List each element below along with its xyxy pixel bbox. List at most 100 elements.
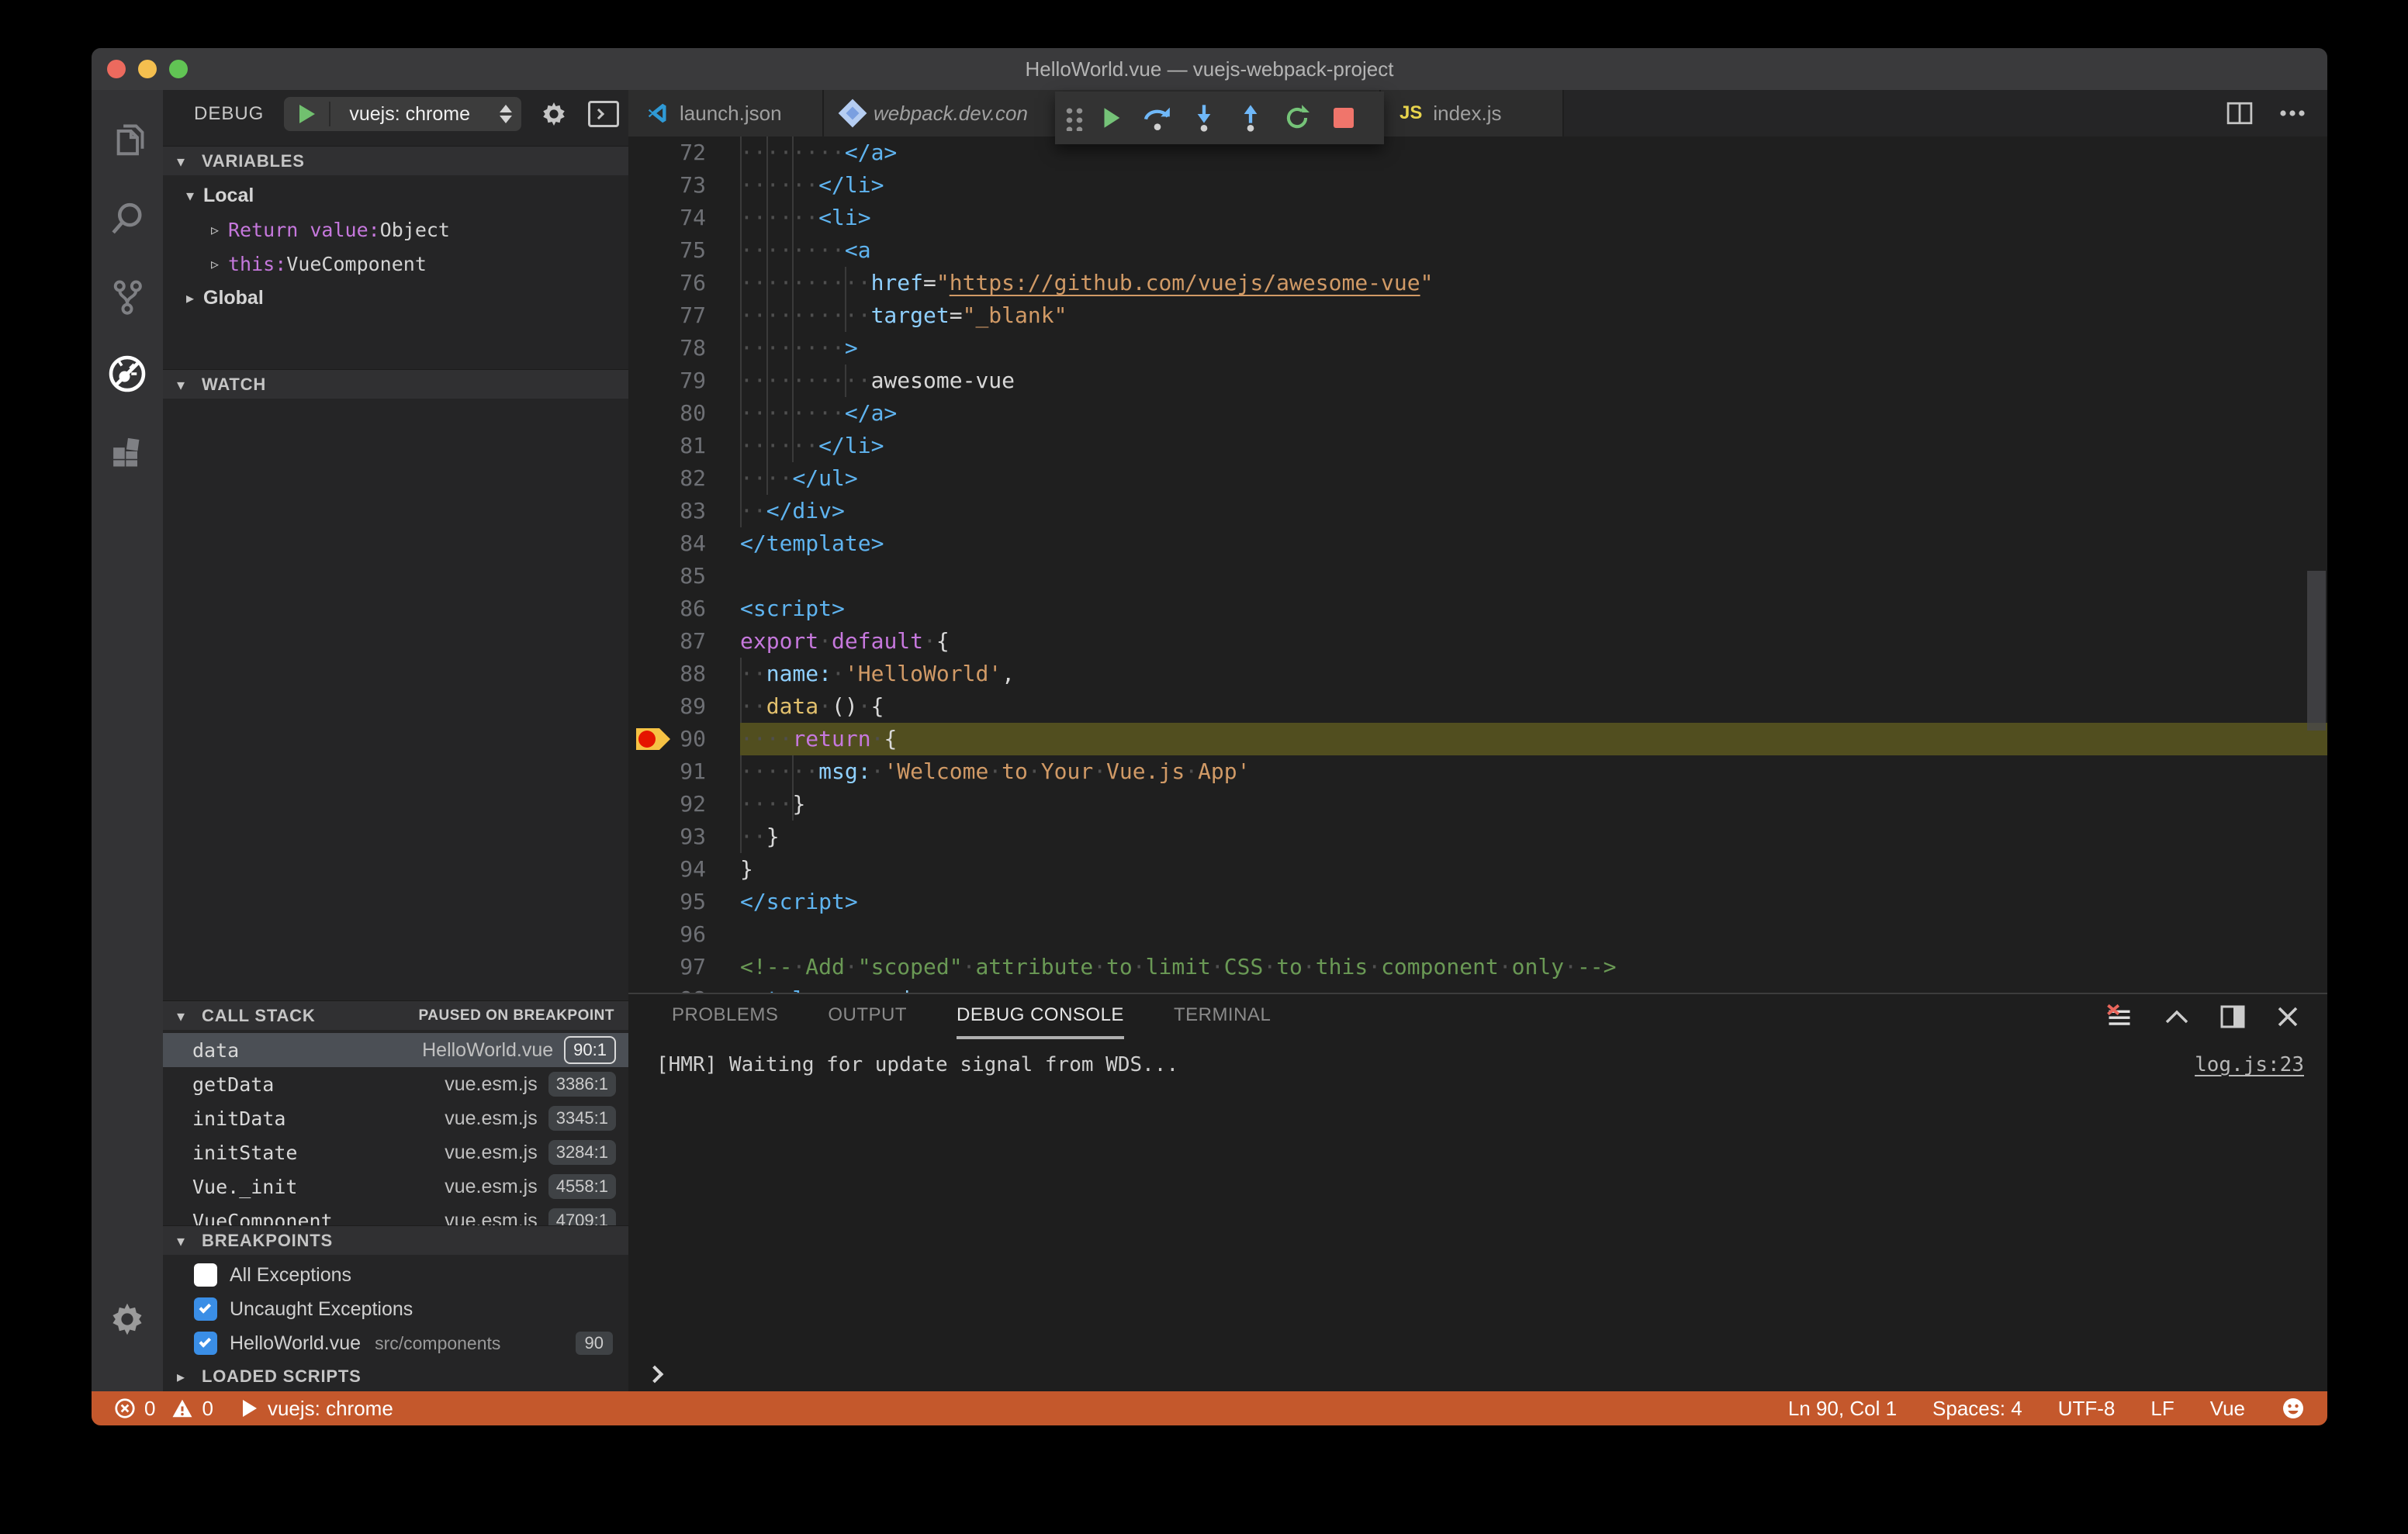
debug-console-output[interactable]: [HMR] Waiting for update signal from WDS… [628, 1039, 2327, 1393]
console-source-link[interactable]: log.js:23 [2195, 1053, 2304, 1076]
line-number-gutter[interactable]: 87 [628, 625, 740, 658]
encoding-setting[interactable]: UTF-8 [2058, 1397, 2116, 1421]
code-line[interactable]: 93··} [628, 821, 2327, 853]
line-number-gutter[interactable]: 79 [628, 364, 740, 397]
restart-button[interactable] [1277, 98, 1317, 138]
split-editor-icon[interactable] [2226, 102, 2253, 125]
code-line[interactable]: 81······</li> [628, 430, 2327, 462]
code-line[interactable]: 78········> [628, 332, 2327, 364]
line-number-gutter[interactable]: 95 [628, 886, 740, 918]
breakpoint-paused-icon[interactable] [636, 728, 670, 750]
code-line[interactable]: 89··data·()·{ [628, 690, 2327, 723]
gear-icon[interactable] [92, 1298, 163, 1340]
code-line[interactable]: 94} [628, 853, 2327, 886]
debug-icon[interactable] [92, 335, 163, 413]
clear-console-icon[interactable] [2105, 1004, 2133, 1030]
close-window-button[interactable] [107, 60, 126, 78]
call-stack-frame[interactable]: initStatevue.esm.js3284:1 [163, 1135, 628, 1170]
panel-tab-debug-console[interactable]: DEBUG CONSOLE [957, 994, 1124, 1039]
line-number-gutter[interactable]: 77 [628, 299, 740, 332]
line-number-gutter[interactable]: 80 [628, 397, 740, 430]
step-out-button[interactable] [1230, 98, 1271, 138]
code-line[interactable]: 90····return·{ [628, 723, 2327, 755]
watch-section-header[interactable]: ▾ WATCH [163, 369, 628, 399]
code-line[interactable]: 96 [628, 918, 2327, 951]
code-line[interactable]: 85 [628, 560, 2327, 593]
more-actions-icon[interactable] [2279, 109, 2306, 117]
breakpoint-item[interactable]: HelloWorld.vuesrc/components90 [163, 1326, 628, 1360]
step-into-button[interactable] [1184, 98, 1224, 138]
step-over-button[interactable] [1137, 98, 1178, 138]
code-line[interactable]: 80········</a> [628, 397, 2327, 430]
variable-item[interactable]: ▹Return value: Object [163, 212, 628, 247]
breakpoint-checkbox[interactable] [194, 1297, 217, 1321]
code-line[interactable]: 92····} [628, 788, 2327, 821]
language-mode[interactable]: Vue [2210, 1397, 2245, 1421]
line-number-gutter[interactable]: 86 [628, 593, 740, 625]
variables-section-header[interactable]: ▾ VARIABLES [163, 146, 628, 175]
variables-scope-local[interactable]: ▾Local [163, 178, 628, 212]
line-number-gutter[interactable]: 82 [628, 462, 740, 495]
loaded-scripts-section-header[interactable]: ▸ LOADED SCRIPTS [163, 1362, 628, 1391]
maximize-panel-icon[interactable] [2164, 1009, 2189, 1024]
call-stack-section-header[interactable]: ▾ CALL STACK PAUSED ON BREAKPOINT [163, 1000, 628, 1030]
code-line[interactable]: 97<!--·Add·"scoped"·attribute·to·limit·C… [628, 951, 2327, 983]
active-debug-session[interactable]: vuejs: chrome [268, 1397, 393, 1421]
breakpoints-section-header[interactable]: ▾ BREAKPOINTS [163, 1225, 628, 1255]
eol-setting[interactable]: LF [2150, 1397, 2174, 1421]
console-input-prompt-icon[interactable] [646, 1366, 664, 1384]
line-number-gutter[interactable]: 74 [628, 202, 740, 234]
panel-tab-output[interactable]: OUTPUT [828, 994, 907, 1039]
search-icon[interactable] [92, 180, 163, 257]
line-number-gutter[interactable]: 98 [628, 983, 740, 993]
breakpoint-checkbox[interactable] [194, 1332, 217, 1355]
code-line[interactable]: 95</script> [628, 886, 2327, 918]
code-line[interactable]: 86<script> [628, 593, 2327, 625]
code-line[interactable]: 91······msg:·'Welcome·to·Your·Vue.js·App… [628, 755, 2327, 788]
code-line[interactable]: 98<style·scoped> [628, 983, 2327, 993]
panel-tab-terminal[interactable]: TERMINAL [1174, 994, 1271, 1039]
line-number-gutter[interactable]: 89 [628, 690, 740, 723]
line-number-gutter[interactable]: 75 [628, 234, 740, 267]
code-line[interactable]: 74······<li> [628, 202, 2327, 234]
variable-item[interactable]: ▹this: VueComponent [163, 247, 628, 281]
breakpoint-item[interactable]: All Exceptions [163, 1258, 628, 1292]
line-number-gutter[interactable]: 93 [628, 821, 740, 853]
continue-button[interactable] [1091, 98, 1131, 138]
problems-status[interactable]: 0 0 [113, 1397, 213, 1421]
line-number-gutter[interactable]: 72 [628, 136, 740, 169]
zoom-window-button[interactable] [169, 60, 188, 78]
line-number-gutter[interactable]: 84 [628, 527, 740, 560]
configure-gear-icon[interactable] [538, 98, 569, 130]
open-debug-console-icon[interactable] [588, 101, 619, 127]
call-stack-frame[interactable]: getDatavue.esm.js3386:1 [163, 1067, 628, 1101]
cursor-position[interactable]: Ln 90, Col 1 [1788, 1397, 1897, 1421]
breakpoint-item[interactable]: Uncaught Exceptions [163, 1292, 628, 1326]
code-line[interactable]: 87export·default·{ [628, 625, 2327, 658]
line-number-gutter[interactable]: 88 [628, 658, 740, 690]
split-panel-icon[interactable] [2220, 1005, 2245, 1028]
line-number-gutter[interactable]: 73 [628, 169, 740, 202]
code-line[interactable]: 84</template> [628, 527, 2327, 560]
call-stack-frame[interactable]: initDatavue.esm.js3345:1 [163, 1101, 628, 1135]
code-line[interactable]: 72········</a> [628, 136, 2327, 169]
line-number-gutter[interactable]: 81 [628, 430, 740, 462]
close-panel-icon[interactable] [2276, 1005, 2299, 1028]
code-line[interactable]: 77··········target="_blank" [628, 299, 2327, 332]
line-number-gutter[interactable]: 96 [628, 918, 740, 951]
minimize-window-button[interactable] [138, 60, 157, 78]
debug-play-icon[interactable] [243, 1400, 257, 1417]
select-arrows-icon[interactable] [500, 105, 512, 123]
variables-scope-global[interactable]: ▸Global [163, 281, 628, 315]
code-line[interactable]: 73······</li> [628, 169, 2327, 202]
call-stack-frame[interactable]: Vue._initvue.esm.js4558:1 [163, 1170, 628, 1204]
code-line[interactable]: 82····</ul> [628, 462, 2327, 495]
feedback-smiley-icon[interactable] [2281, 1396, 2306, 1421]
line-number-gutter[interactable]: 91 [628, 755, 740, 788]
indentation-setting[interactable]: Spaces: 4 [1932, 1397, 2022, 1421]
code-editor[interactable]: 72········</a>73······</li>74······<li>7… [628, 136, 2327, 993]
code-line[interactable]: 88··name:·'HelloWorld', [628, 658, 2327, 690]
line-number-gutter[interactable]: 90 [628, 723, 740, 755]
files-icon[interactable] [92, 102, 163, 180]
panel-tab-problems[interactable]: PROBLEMS [672, 994, 778, 1039]
